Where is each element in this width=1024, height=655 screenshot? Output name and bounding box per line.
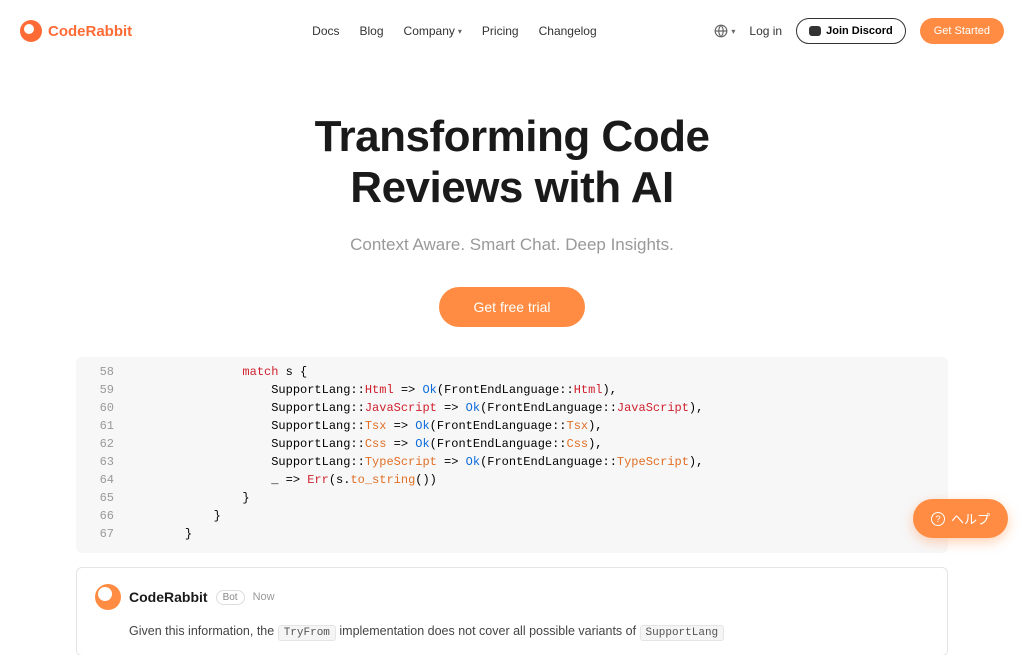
code-content: _ => Err(s.to_string()) (156, 471, 437, 489)
help-icon: ? (931, 512, 945, 526)
comment-body: Given this information, the TryFrom impl… (129, 624, 929, 639)
logo-icon (20, 20, 42, 42)
code-line: 59 SupportLang::Html => Ok(FrontEndLangu… (86, 381, 938, 399)
line-number: 59 (86, 381, 114, 399)
line-number: 64 (86, 471, 114, 489)
chevron-down-icon: ▾ (458, 27, 462, 36)
nav-docs[interactable]: Docs (312, 24, 339, 38)
header: CodeRabbit Docs Blog Company▾ Pricing Ch… (0, 0, 1024, 62)
line-number: 58 (86, 363, 114, 381)
code-line: 63 SupportLang::TypeScript => Ok(FrontEn… (86, 453, 938, 471)
inline-code: TryFrom (278, 625, 336, 641)
code-line: 58 match s { (86, 363, 938, 381)
bot-badge: Bot (216, 590, 245, 605)
logo[interactable]: CodeRabbit (20, 20, 132, 42)
code-content: SupportLang::Html => Ok(FrontEndLanguage… (156, 381, 617, 399)
header-actions: ▾ Log in Join Discord Get Started (714, 18, 1004, 44)
line-number: 66 (86, 507, 114, 525)
line-number: 61 (86, 417, 114, 435)
login-link[interactable]: Log in (749, 24, 782, 38)
line-number: 65 (86, 489, 114, 507)
inline-code: SupportLang (640, 625, 725, 641)
hero-title: Transforming Code Reviews with AI (0, 112, 1024, 213)
comment-time: Now (253, 591, 275, 603)
code-line: 64 _ => Err(s.to_string()) (86, 471, 938, 489)
get-started-button[interactable]: Get Started (920, 18, 1004, 44)
code-content: SupportLang::TypeScript => Ok(FrontEndLa… (156, 453, 703, 471)
code-panel: 58 match s {59 SupportLang::Html => Ok(F… (76, 357, 948, 553)
hero-section: Transforming Code Reviews with AI Contex… (0, 112, 1024, 327)
comment-panel: CodeRabbit Bot Now Given this informatio… (76, 567, 948, 655)
code-content: SupportLang::Css => Ok(FrontEndLanguage:… (156, 435, 603, 453)
comment-author: CodeRabbit (129, 589, 208, 605)
help-button[interactable]: ? ヘルプ (913, 499, 1008, 538)
line-number: 63 (86, 453, 114, 471)
code-line: 61 SupportLang::Tsx => Ok(FrontEndLangua… (86, 417, 938, 435)
chevron-down-icon: ▾ (731, 27, 735, 36)
line-number: 60 (86, 399, 114, 417)
avatar (95, 584, 121, 610)
code-content: } (156, 507, 221, 525)
line-number: 62 (86, 435, 114, 453)
nav-company[interactable]: Company▾ (404, 24, 462, 38)
get-free-trial-button[interactable]: Get free trial (439, 287, 584, 327)
main-nav: Docs Blog Company▾ Pricing Changelog (312, 24, 597, 38)
nav-changelog[interactable]: Changelog (539, 24, 597, 38)
code-content: SupportLang::Tsx => Ok(FrontEndLanguage:… (156, 417, 603, 435)
nav-blog[interactable]: Blog (360, 24, 384, 38)
line-number: 67 (86, 525, 114, 543)
discord-icon (809, 26, 821, 36)
code-content: match s { (156, 363, 307, 381)
code-content: } (156, 525, 192, 543)
hero-subtitle: Context Aware. Smart Chat. Deep Insights… (0, 235, 1024, 255)
code-line: 66 } (86, 507, 938, 525)
language-selector[interactable]: ▾ (714, 24, 735, 38)
nav-pricing[interactable]: Pricing (482, 24, 519, 38)
comment-header: CodeRabbit Bot Now (95, 584, 929, 610)
code-line: 65 } (86, 489, 938, 507)
code-content: SupportLang::JavaScript => Ok(FrontEndLa… (156, 399, 703, 417)
globe-icon (714, 24, 728, 38)
join-discord-button[interactable]: Join Discord (796, 18, 906, 44)
code-line: 67 } (86, 525, 938, 543)
code-line: 60 SupportLang::JavaScript => Ok(FrontEn… (86, 399, 938, 417)
logo-text: CodeRabbit (48, 23, 132, 40)
code-line: 62 SupportLang::Css => Ok(FrontEndLangua… (86, 435, 938, 453)
code-content: } (156, 489, 250, 507)
